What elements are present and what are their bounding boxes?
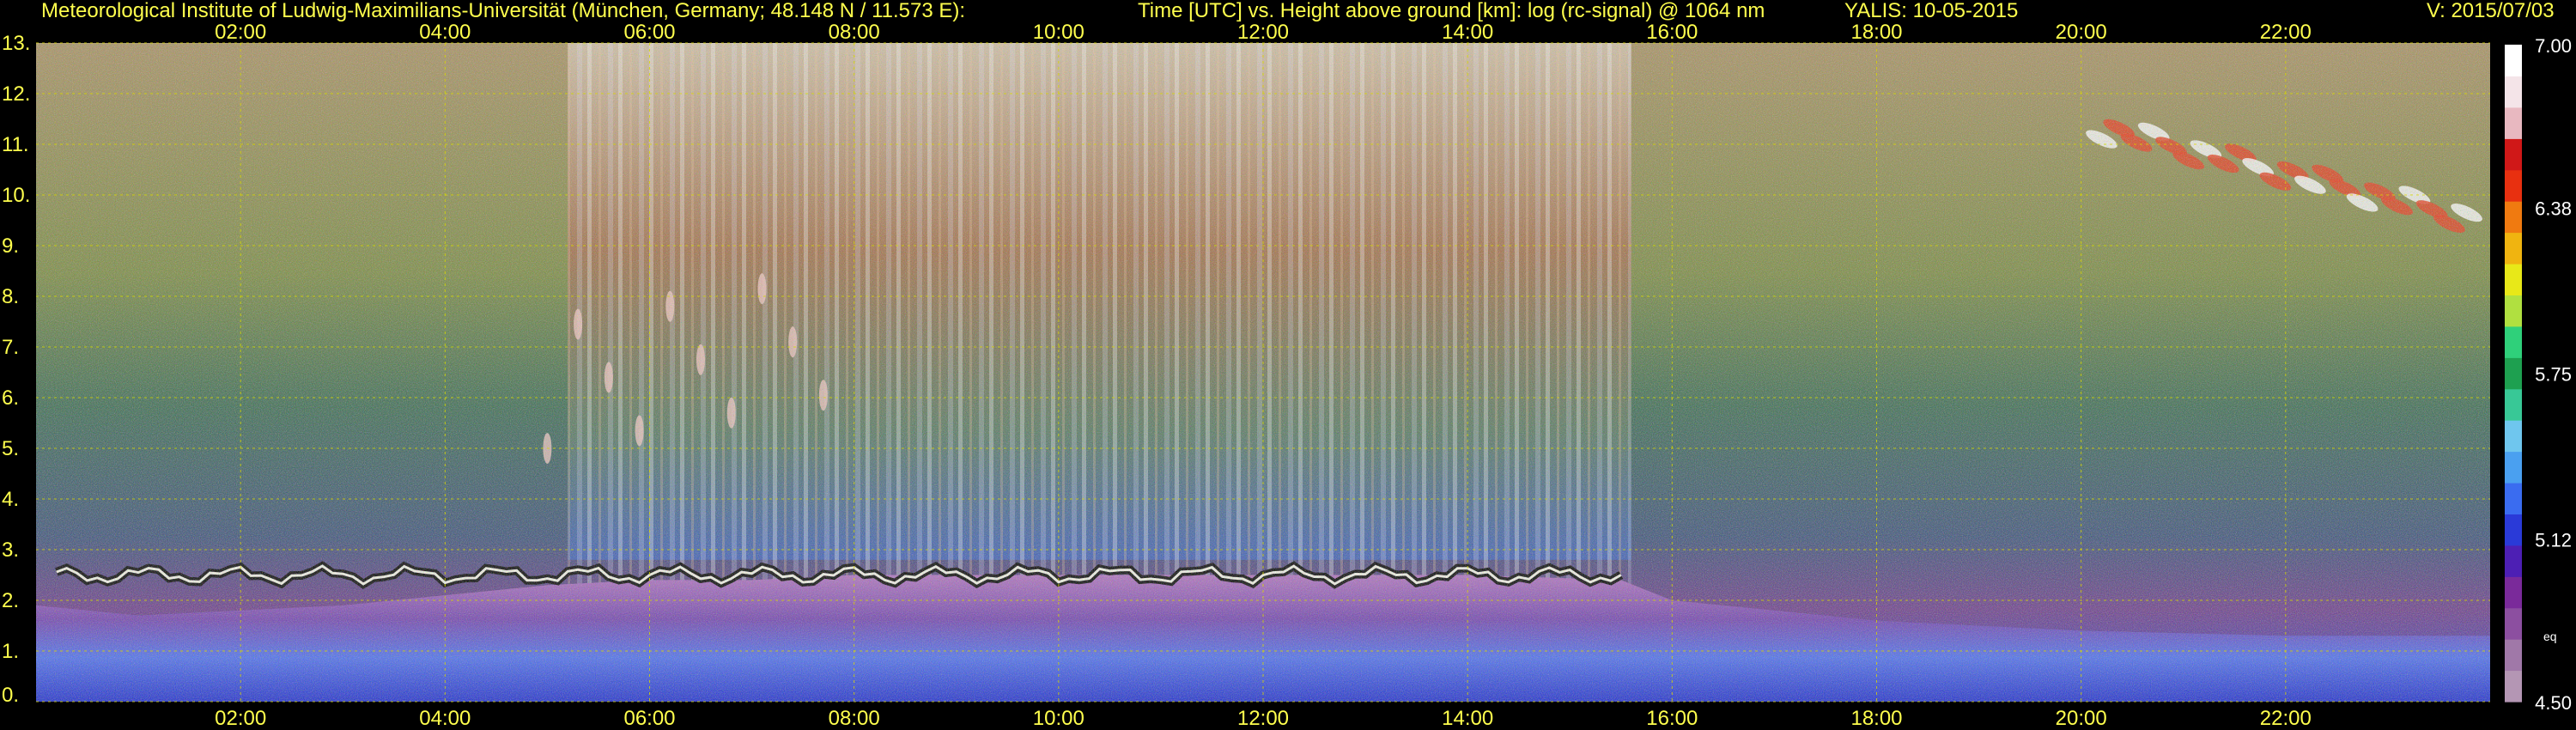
colorbar-swatch [2505,357,2522,390]
colorbar-swatch [2505,138,2522,171]
x-tick-label-top: 10:00 [1033,21,1084,44]
x-tick-label-bottom: 06:00 [623,707,675,730]
x-tick-label-bottom: 20:00 [2056,707,2107,730]
colorbar-swatch [2505,295,2522,327]
x-tick-label-bottom: 08:00 [829,707,880,730]
y-tick-label: 9. [2,234,19,258]
colorbar-swatch [2505,514,2522,546]
x-tick-label-bottom: 18:00 [1850,707,1902,730]
lidar-quicklook-chart: 02:00 02:00 04:00 04:00 06:00 06:00 08:00 08:00… [2,21,2572,730]
y-tick-label: 2. [2,589,19,612]
colorbar-swatch [2505,169,2522,202]
colorbar-label: 5.12 [2535,529,2572,551]
x-tick-label-bottom: 16:00 [1646,707,1698,730]
y-tick-label: 11. [2,133,29,156]
x-tick-label-bottom: 04:00 [419,707,471,730]
x-tick-label-bottom: 10:00 [1033,707,1084,730]
y-tick-label: 0. [2,684,19,707]
x-tick-label-top: 14:00 [1442,21,1493,44]
y-tick-label: 13. [2,32,30,55]
x-tick-label-top: 20:00 [2056,21,2107,44]
y-tick-label: 7. [2,336,19,359]
y-tick-label: 10. [2,184,30,207]
colorbar-swatch [2505,420,2522,453]
colorbar-label: 5.75 [2535,364,2572,386]
x-tick-label-top: 16:00 [1646,21,1698,44]
colorbar-swatch [2505,232,2522,265]
colorbar-label: 6.38 [2535,198,2572,220]
x-tick-label-top: 06:00 [623,21,675,44]
colorbar-extra-label: eq [2543,630,2557,643]
y-tick-label: 5. [2,437,19,460]
colorbar-label: 7.00 [2535,35,2572,57]
colorbar-swatch [2505,544,2522,577]
colorbar-swatch [2505,325,2522,358]
x-tick-label-top: 04:00 [419,21,471,44]
colorbar-swatch [2505,76,2522,108]
x-tick-label-bottom: 22:00 [2260,707,2312,730]
colorbar-swatch [2505,607,2522,640]
colorbar-swatch [2505,483,2522,514]
x-tick-label-bottom: 12:00 [1237,707,1289,730]
colorbar-swatch [2505,639,2522,672]
x-tick-label-top: 02:00 [215,21,266,44]
colorbar-swatch [2505,576,2522,609]
colorbar-swatch [2505,451,2522,484]
colorbar-label: 4.50 [2535,692,2572,714]
x-tick-label-bottom: 02:00 [215,707,266,730]
x-tick-label-top: 18:00 [1850,21,1902,44]
x-tick-label-bottom: 14:00 [1442,707,1493,730]
y-tick-label: 6. [2,386,19,410]
x-tick-label-top: 12:00 [1237,21,1289,44]
y-tick-label: 4. [2,488,19,511]
colorbar-swatch [2505,201,2522,234]
colorbar-swatch [2505,264,2522,295]
x-tick-label-top: 08:00 [829,21,880,44]
colorbar-swatch [2505,670,2522,703]
colorbar-swatch [2505,388,2522,421]
colorbar-swatch [2505,106,2522,139]
colorbar-swatch [2505,45,2522,76]
x-tick-label-top: 22:00 [2260,21,2312,44]
colorbar: 7.00 6.38 5.75 5.12 4.50 eq [2505,35,2572,714]
y-tick-label: 3. [2,538,19,562]
y-tick-label: 1. [2,640,19,663]
y-tick-label: 12. [2,82,30,106]
y-tick-label: 8. [2,285,19,308]
